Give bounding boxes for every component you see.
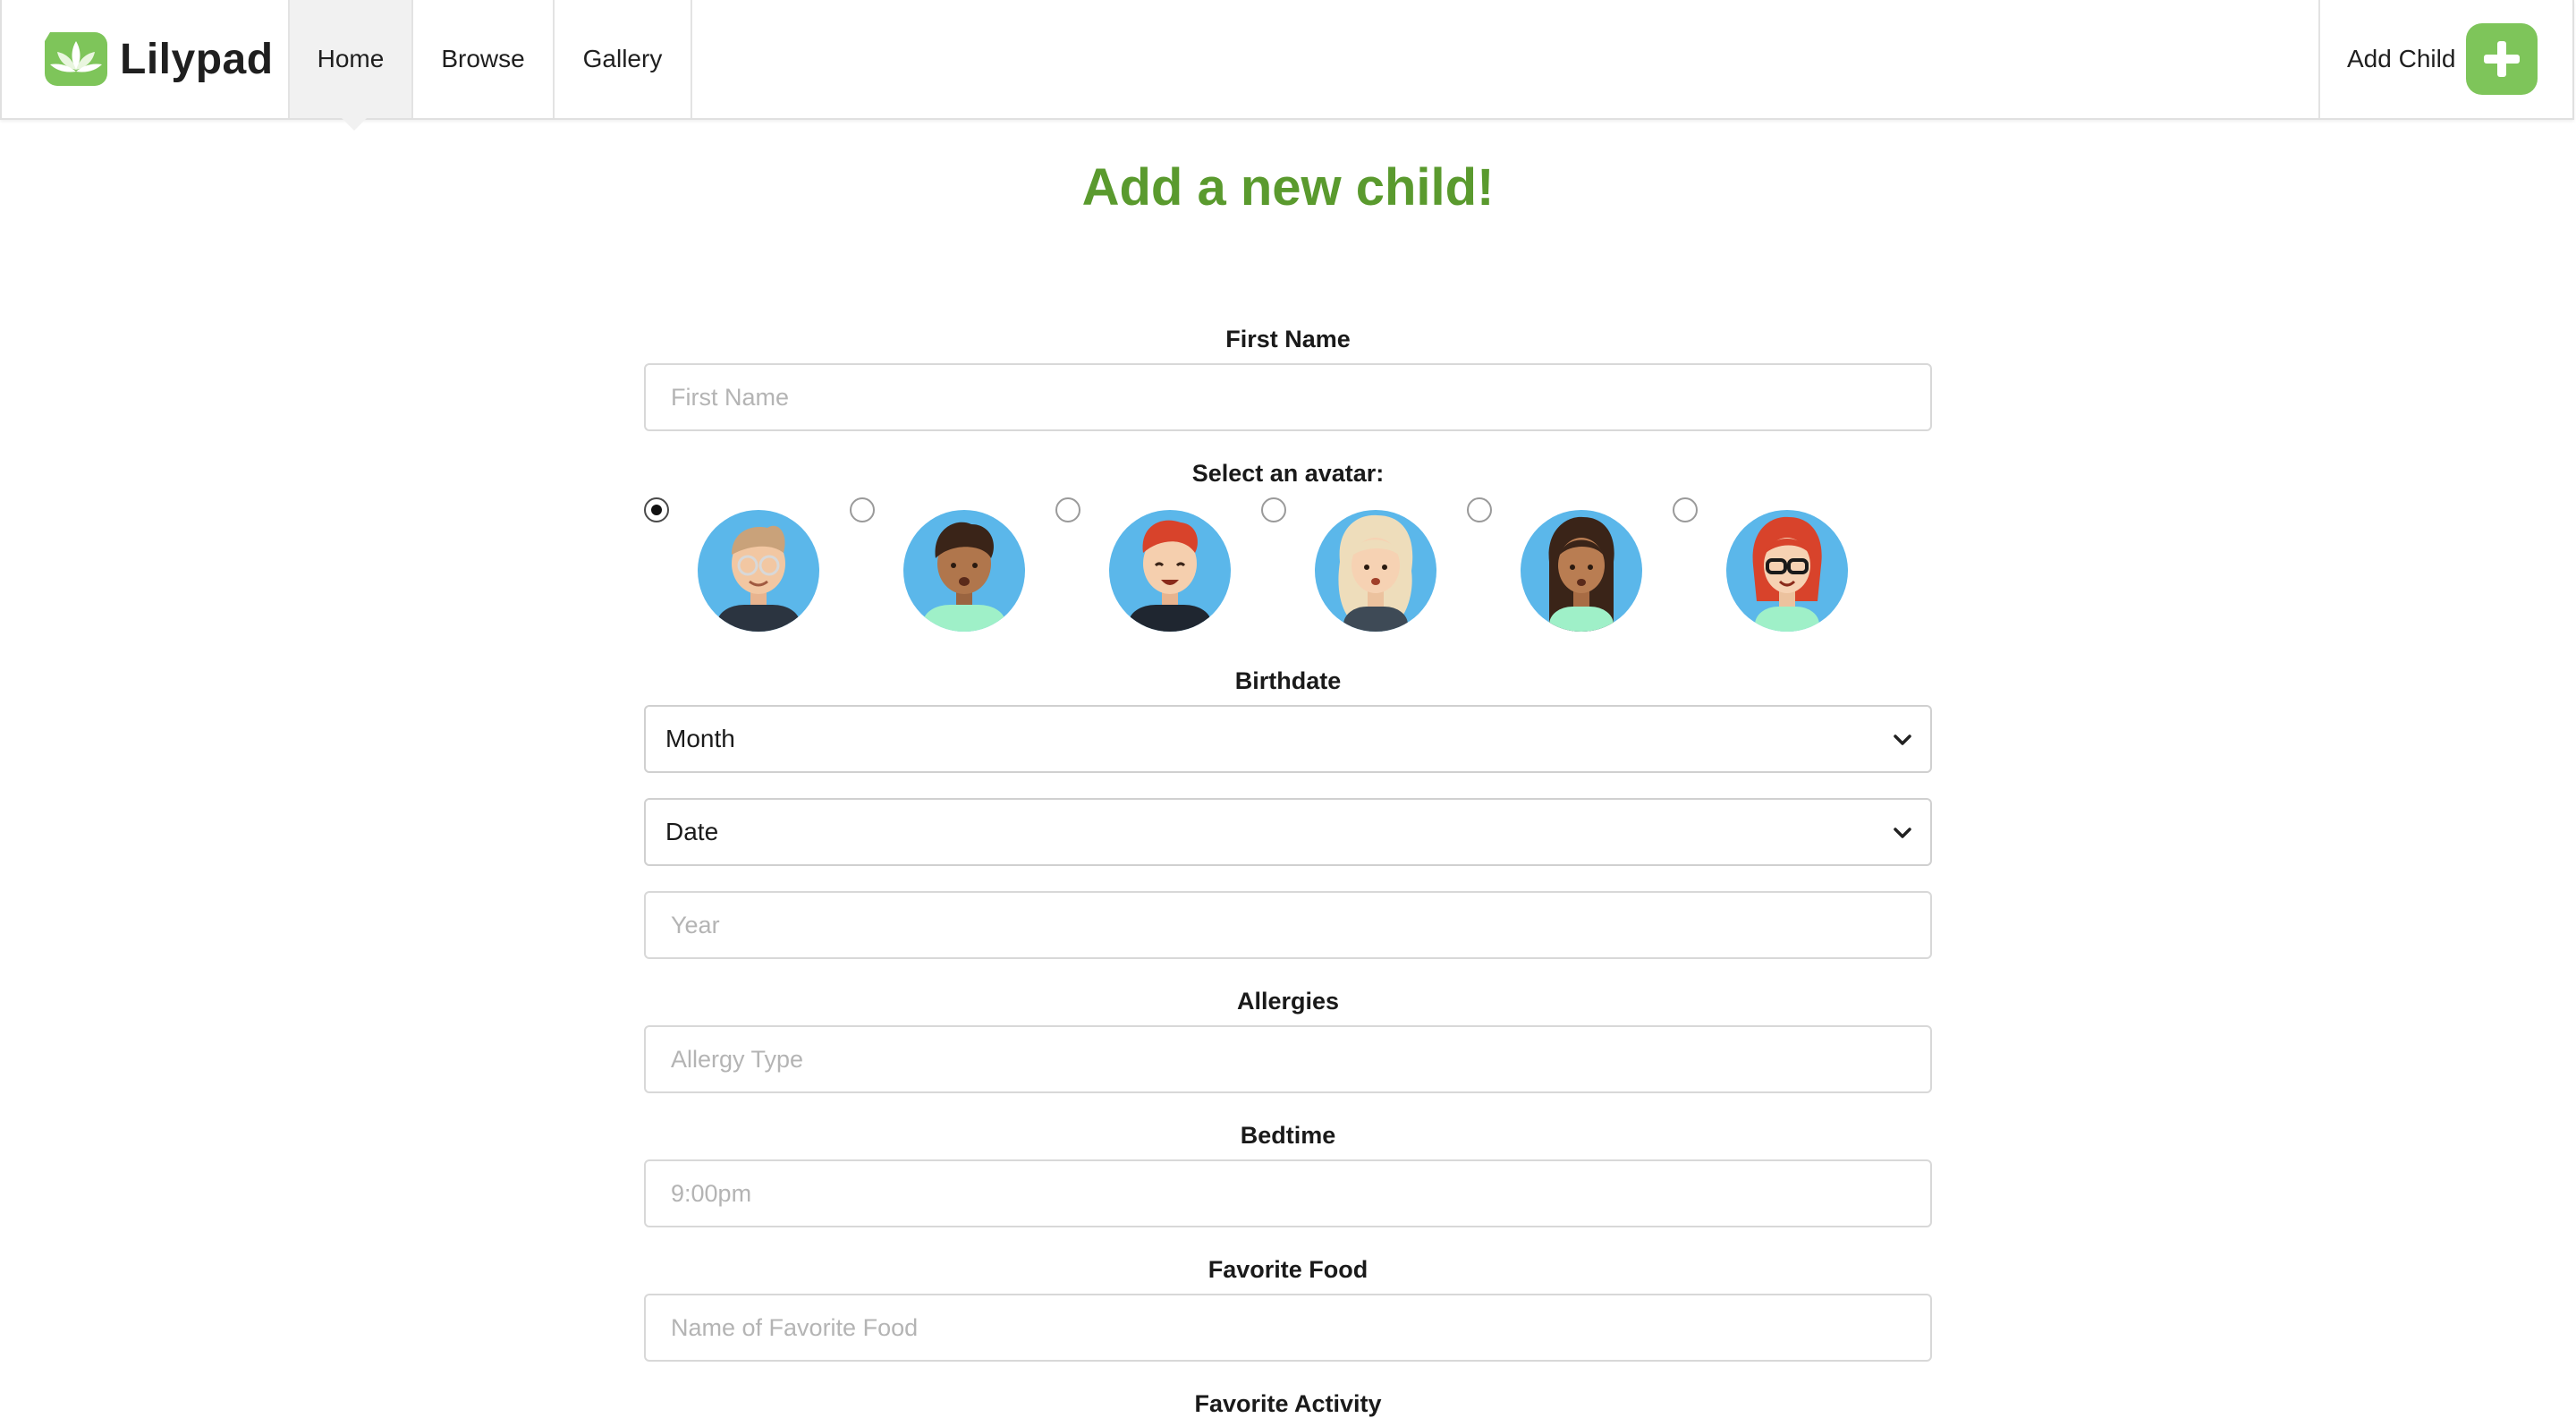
avatar-radio-3[interactable] — [1055, 497, 1080, 522]
page-title: Add a new child! — [1081, 158, 1495, 217]
boy-glasses-avatar-icon — [698, 510, 819, 632]
nav-tab-browse-label: Browse — [441, 45, 525, 72]
avatar-radio-6[interactable] — [1673, 497, 1698, 522]
allergies-input[interactable] — [644, 1025, 1932, 1093]
girl-blonde-avatar-icon — [1315, 510, 1436, 632]
boy-curly-avatar-icon — [903, 510, 1025, 632]
add-child-button[interactable] — [2466, 23, 2538, 95]
avatar-radio-2[interactable] — [850, 497, 875, 522]
brand[interactable]: Lilypad — [41, 27, 274, 91]
nav-tab-home-label: Home — [317, 45, 385, 72]
girl-brunette-avatar-icon — [1521, 510, 1642, 632]
plus-icon — [2484, 41, 2521, 77]
avatar-option-2[interactable] — [850, 497, 1055, 641]
girl-redhead-glasses-avatar-icon — [1726, 510, 1848, 632]
add-child-nav-item[interactable]: Add Child — [2318, 0, 2572, 118]
bedtime-label: Bedtime — [1240, 1122, 1336, 1149]
top-nav: Lilypad Home Browse Gallery Add Child — [0, 0, 2574, 120]
nav-tab-browse[interactable]: Browse — [413, 0, 555, 118]
first-name-input[interactable] — [644, 363, 1932, 431]
chevron-down-icon — [1894, 828, 1911, 838]
avatar-radio-1[interactable] — [644, 497, 669, 522]
avatar-option-3[interactable] — [1055, 497, 1261, 641]
birth-date-select[interactable]: Date — [644, 798, 1932, 866]
brand-name: Lilypad — [120, 35, 274, 83]
favorite-food-label: Favorite Food — [1208, 1256, 1368, 1283]
favorite-food-input[interactable] — [644, 1294, 1932, 1362]
avatar-option-6[interactable] — [1673, 497, 1878, 641]
nav-tab-gallery-label: Gallery — [582, 45, 663, 72]
avatar-option-1[interactable] — [644, 497, 850, 641]
avatar-radio-5[interactable] — [1467, 497, 1492, 522]
birthdate-label: Birthdate — [1234, 667, 1342, 694]
avatar-label: Select an avatar: — [1191, 460, 1385, 487]
birth-month-value: Month — [665, 725, 735, 752]
nav-tab-home[interactable]: Home — [288, 0, 413, 118]
nav-tab-gallery[interactable]: Gallery — [555, 0, 692, 118]
bedtime-input[interactable] — [644, 1159, 1932, 1227]
avatar-option-5[interactable] — [1467, 497, 1673, 641]
avatar-radio-4[interactable] — [1261, 497, 1286, 522]
avatar-option-4[interactable] — [1261, 497, 1467, 641]
first-name-label: First Name — [1225, 326, 1351, 352]
allergies-label: Allergies — [1236, 988, 1340, 1015]
lotus-logo-icon — [45, 32, 107, 86]
add-child-label: Add Child — [2347, 45, 2456, 72]
favorite-activity-label: Favorite Activity — [1194, 1390, 1382, 1417]
avatar-selector — [644, 497, 1932, 641]
birth-month-select[interactable]: Month — [644, 705, 1932, 773]
active-tab-caret — [342, 118, 367, 131]
chevron-down-icon — [1894, 734, 1911, 745]
birth-date-value: Date — [665, 818, 719, 845]
boy-redhead-avatar-icon — [1109, 510, 1231, 632]
birth-year-input[interactable] — [644, 891, 1932, 959]
